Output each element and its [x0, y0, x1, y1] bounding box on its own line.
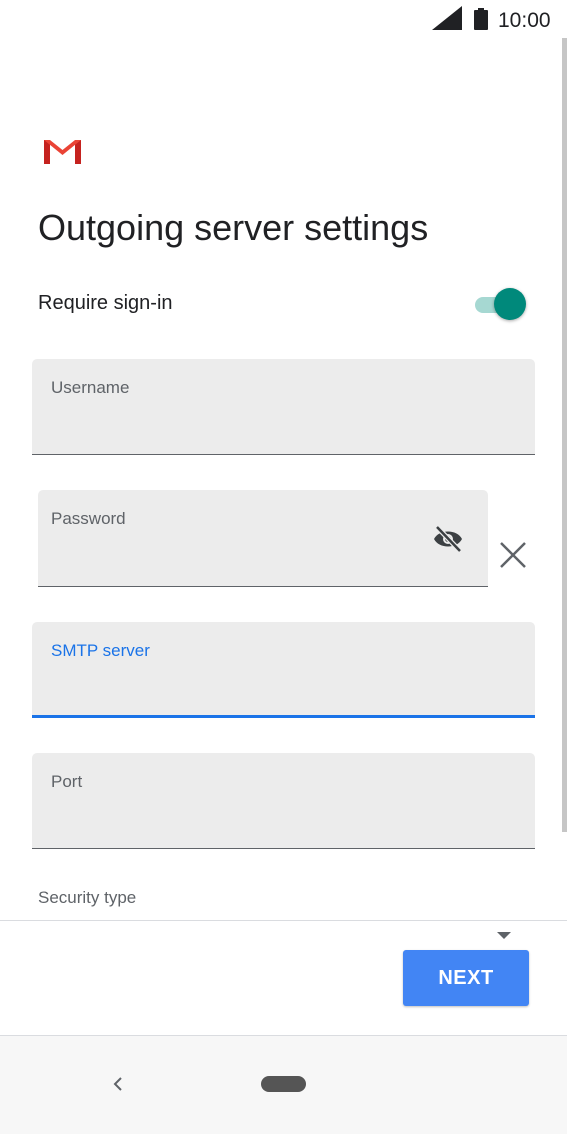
smtp-server-field[interactable]: SMTP server: [32, 622, 535, 718]
next-button[interactable]: NEXT: [403, 950, 529, 1006]
battery-icon: [474, 8, 488, 30]
smtp-server-label: SMTP server: [51, 641, 150, 660]
password-label: Password: [51, 509, 126, 528]
username-field[interactable]: Username: [32, 359, 535, 455]
close-icon[interactable]: [498, 540, 528, 570]
require-signin-row[interactable]: Require sign-in: [38, 286, 528, 322]
password-field[interactable]: Password: [38, 490, 488, 587]
port-label: Port: [51, 772, 83, 791]
divider: [0, 920, 567, 921]
require-signin-label: Require sign-in: [38, 292, 173, 314]
home-icon[interactable]: [261, 1076, 306, 1092]
toggle-thumb: [494, 288, 526, 320]
require-signin-toggle[interactable]: [471, 288, 527, 320]
status-bar: 10:00: [0, 0, 567, 40]
scroll-indicator[interactable]: [562, 38, 567, 832]
username-label: Username: [51, 378, 130, 397]
dropdown-arrow-icon[interactable]: [497, 932, 511, 939]
back-icon[interactable]: [108, 1072, 126, 1096]
visibility-off-icon[interactable]: [431, 524, 465, 554]
gmail-logo-icon: [44, 140, 81, 164]
port-field[interactable]: Port: [32, 753, 535, 849]
status-time: 10:00: [498, 9, 551, 32]
signal-icon: [432, 6, 462, 30]
page-title: Outgoing server settings: [38, 207, 429, 248]
navigation-bar: [0, 1036, 567, 1134]
security-type-label: Security type: [38, 888, 137, 907]
